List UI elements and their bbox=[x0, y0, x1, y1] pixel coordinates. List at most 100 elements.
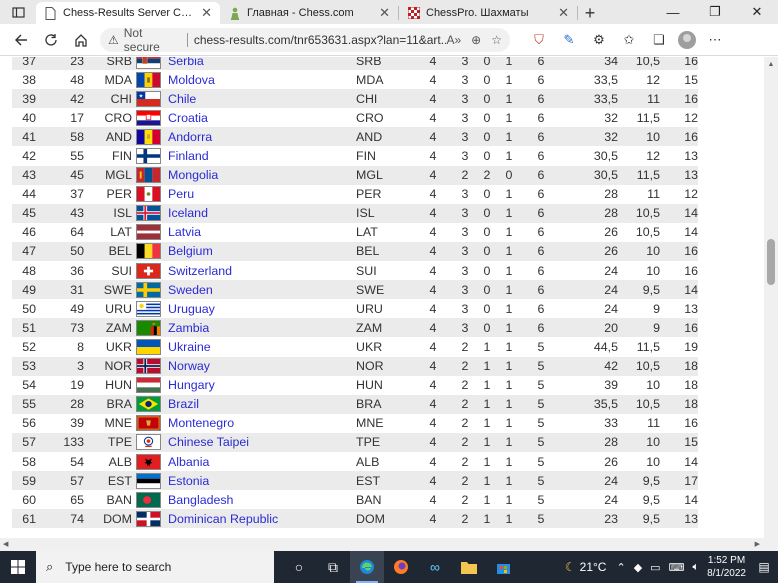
refresh-icon[interactable] bbox=[36, 25, 66, 55]
tab-chess-com[interactable]: Главная - Chess.com ✕ bbox=[220, 2, 398, 24]
chinese-taipei-flag-icon bbox=[136, 434, 161, 451]
flag-cell bbox=[136, 280, 166, 300]
team-link[interactable]: Brazil bbox=[168, 397, 199, 411]
table-row: 50 49 URU Uruguay URU 4 3 0 1 6 24 9 13 bbox=[12, 299, 698, 319]
points-cell: 5 bbox=[520, 356, 562, 376]
team-link[interactable]: Norway bbox=[168, 359, 210, 373]
tab-chess-results[interactable]: Chess-Results Server Chess-resul ✕ bbox=[36, 2, 220, 24]
team-link[interactable]: Albania bbox=[168, 455, 209, 469]
scrollbar-thumb[interactable] bbox=[767, 239, 775, 285]
taskbar-search[interactable]: ⌕ Type here to search bbox=[36, 551, 274, 583]
back-arrow-icon[interactable] bbox=[6, 25, 36, 55]
code-cell: DOM bbox=[84, 509, 136, 529]
close-window-icon[interactable]: ✕ bbox=[736, 4, 778, 20]
tab-actions-icon[interactable] bbox=[0, 0, 36, 24]
volume-icon[interactable]: 🔈︎ bbox=[692, 561, 699, 574]
team-link[interactable]: Iceland bbox=[168, 206, 208, 220]
address-bar[interactable]: ⚠ Not secure chess-results.com/tnr653631… bbox=[100, 26, 510, 54]
close-icon[interactable]: ✕ bbox=[550, 5, 569, 21]
team-link[interactable]: Chinese Taipei bbox=[168, 435, 249, 449]
network-icon[interactable]: ▭ bbox=[650, 561, 660, 574]
points-cell: 5 bbox=[520, 490, 562, 510]
chevron-up-icon[interactable]: ⌃ bbox=[616, 561, 625, 574]
team-link[interactable]: Hungary bbox=[168, 378, 215, 392]
vertical-scrollbar[interactable]: ▲ bbox=[764, 57, 778, 538]
cortana-icon[interactable]: ○ bbox=[282, 551, 316, 583]
maximize-icon[interactable]: ❐ bbox=[694, 4, 736, 20]
team-link[interactable]: Latvia bbox=[168, 225, 201, 239]
url-text[interactable]: chess-results.com/tnr653631.aspx?lan=11&… bbox=[194, 33, 447, 47]
tiebreak3-cell: 17 bbox=[660, 471, 698, 491]
draws-cell: 0 bbox=[476, 222, 498, 242]
team-link[interactable]: Moldova bbox=[168, 73, 215, 87]
rank-cell: 38 bbox=[12, 70, 36, 90]
tiebreak3-cell: 14 bbox=[660, 490, 698, 510]
losses-cell: 0 bbox=[498, 165, 520, 185]
favorite-add-icon[interactable]: ☆ bbox=[491, 33, 502, 47]
language-icon[interactable]: ⌨ bbox=[669, 561, 685, 574]
losses-cell: 1 bbox=[498, 394, 520, 414]
read-aloud-icon[interactable]: A» bbox=[446, 33, 461, 47]
firefox-icon[interactable] bbox=[384, 551, 418, 583]
wins-cell: 3 bbox=[454, 241, 476, 262]
home-icon[interactable] bbox=[66, 25, 96, 55]
team-link[interactable]: Ukraine bbox=[168, 340, 211, 354]
close-icon[interactable]: ✕ bbox=[193, 5, 212, 21]
collections-icon[interactable]: ❏ bbox=[644, 25, 674, 55]
dropbox-icon[interactable]: ◆ bbox=[634, 561, 642, 574]
team-link[interactable]: Belgium bbox=[168, 244, 213, 258]
wins-cell: 2 bbox=[454, 394, 476, 414]
games-cell: 4 bbox=[412, 471, 454, 491]
more-menu-icon[interactable]: ⋯ bbox=[700, 25, 730, 55]
edge-browser-icon[interactable] bbox=[350, 551, 384, 583]
team-link[interactable]: Chile bbox=[168, 92, 196, 106]
team-link[interactable]: Montenegro bbox=[168, 416, 234, 430]
team-link[interactable]: Switzerland bbox=[168, 264, 232, 278]
start-number-cell: 17 bbox=[36, 108, 84, 128]
team-link[interactable]: Andorra bbox=[168, 130, 212, 144]
losses-cell: 1 bbox=[498, 490, 520, 510]
windows-start-icon[interactable] bbox=[0, 551, 36, 583]
team-link[interactable]: Dominican Republic bbox=[168, 512, 278, 526]
store-icon[interactable] bbox=[486, 551, 520, 583]
team-link[interactable]: Peru bbox=[168, 187, 194, 201]
favorites-icon[interactable]: ✩ bbox=[614, 25, 644, 55]
notification-icon[interactable]: ▤ bbox=[754, 557, 774, 577]
extensions-puzzle-icon[interactable]: ⚙ bbox=[584, 25, 614, 55]
rank-cell: 37 bbox=[12, 57, 36, 71]
new-tab-button[interactable]: + bbox=[578, 2, 602, 24]
task-view-icon[interactable]: ⧉ bbox=[316, 551, 350, 583]
team-link[interactable]: Croatia bbox=[168, 111, 208, 125]
team-link[interactable]: Serbia bbox=[168, 57, 204, 68]
tab-chesspro[interactable]: ChessPro. Шахматы ✕ bbox=[399, 2, 577, 24]
pen-extension-icon[interactable]: ✎ bbox=[554, 25, 584, 55]
minimize-icon[interactable]: — bbox=[652, 5, 694, 20]
losses-cell: 1 bbox=[498, 57, 520, 71]
shield-extension-icon[interactable]: ⛉ bbox=[524, 25, 554, 55]
team-link[interactable]: Zambia bbox=[168, 321, 209, 335]
scroll-right-icon[interactable]: ▶ bbox=[755, 540, 760, 548]
tiebreak2-cell: 12 bbox=[618, 146, 660, 166]
horizontal-scrollbar[interactable]: ◀ ▶ bbox=[0, 538, 778, 551]
scroll-left-icon[interactable]: ◀ bbox=[3, 540, 8, 548]
warning-icon[interactable]: ⚠ bbox=[108, 33, 119, 47]
team-link[interactable]: Sweden bbox=[168, 283, 213, 297]
scroll-up-icon[interactable]: ▲ bbox=[764, 57, 778, 71]
close-icon[interactable]: ✕ bbox=[371, 5, 390, 21]
weather-widget[interactable]: ☾ 21°C bbox=[565, 560, 607, 574]
points-cell: 6 bbox=[520, 57, 562, 71]
team-link[interactable]: Bangladesh bbox=[168, 493, 233, 507]
file-explorer-icon[interactable] bbox=[452, 551, 486, 583]
federation-cell: MGL bbox=[356, 165, 412, 185]
infinity-app-icon[interactable]: ∞ bbox=[418, 551, 452, 583]
zoom-icon[interactable]: ⊕ bbox=[471, 33, 481, 47]
flag-cell bbox=[136, 184, 166, 204]
team-link[interactable]: Uruguay bbox=[168, 302, 215, 316]
team-link[interactable]: Estonia bbox=[168, 474, 209, 488]
profile-avatar[interactable] bbox=[678, 30, 696, 49]
team-link[interactable]: Mongolia bbox=[168, 168, 218, 182]
clock[interactable]: 1:52 PM 8/1/2022 bbox=[707, 554, 746, 580]
team-link[interactable]: Finland bbox=[168, 149, 209, 163]
tiebreak2-cell: 11 bbox=[618, 413, 660, 433]
security-label[interactable]: Not secure bbox=[124, 26, 181, 54]
